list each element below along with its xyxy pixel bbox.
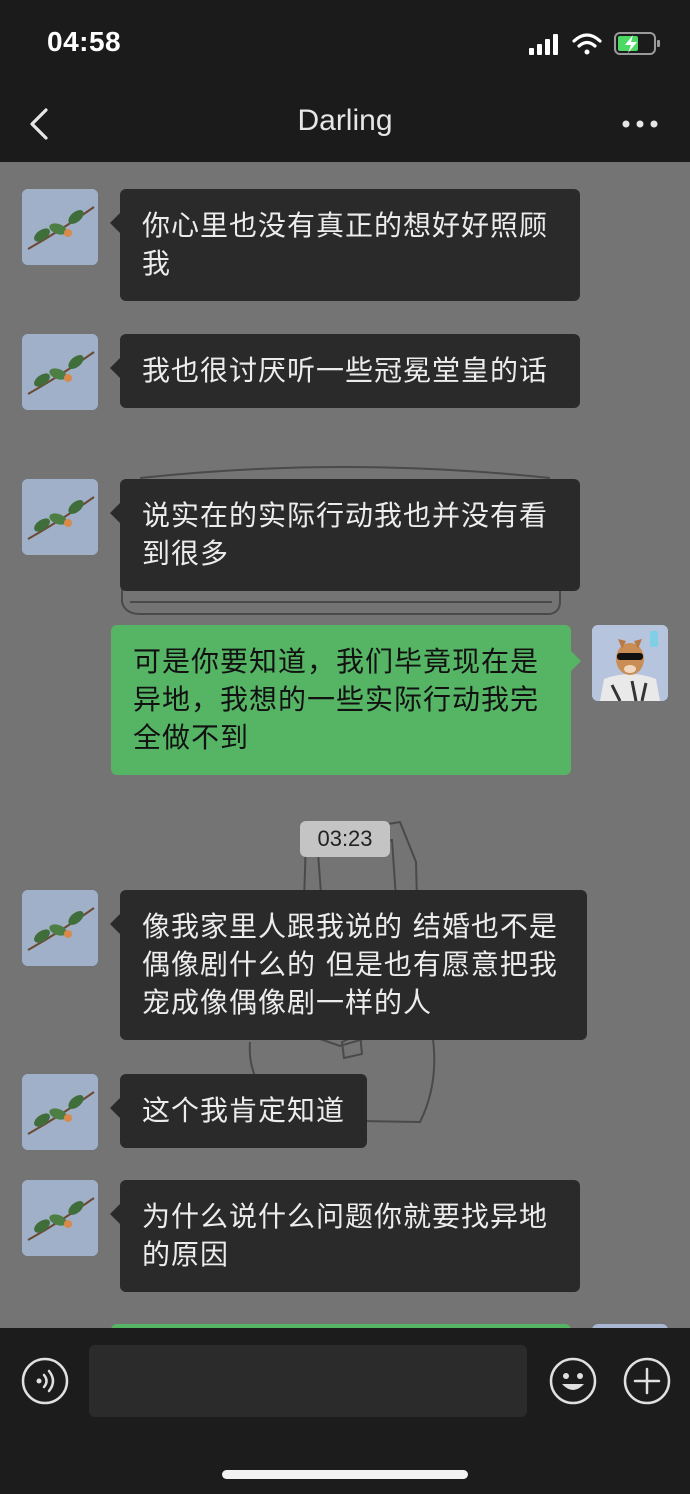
message-bubble-incoming[interactable]: 这个我肯定知道 xyxy=(109,1074,368,1148)
contact-avatar[interactable] xyxy=(22,890,98,966)
system-status-icons xyxy=(529,32,660,55)
status-bar: 04:58 xyxy=(0,0,690,86)
voice-input-icon[interactable] xyxy=(20,1356,70,1406)
message-bubble-incoming[interactable]: 我也很讨厌听一些冠冕堂皇的话 xyxy=(110,334,580,408)
chat-header: Darling xyxy=(0,86,690,162)
message-bubble-incoming[interactable]: 你心里也没有真正的想好好照顾我 xyxy=(110,189,580,301)
contact-avatar[interactable] xyxy=(22,1074,98,1150)
message-bubble-incoming[interactable]: 说实在的实际行动我也并没有看到很多 xyxy=(110,479,580,591)
plus-icon[interactable] xyxy=(622,1356,672,1406)
leaf-branch-avatar-image xyxy=(22,1074,98,1150)
message-bubble-incoming[interactable]: 为什么说什么问题你就要找异地的原因 xyxy=(110,1180,580,1292)
leaf-branch-avatar-image xyxy=(22,479,98,555)
leaf-branch-avatar-image xyxy=(22,189,98,265)
message-text: 可是你要知道，我们毕竟现在是异地，我想的一些实际行动我完全做不到 xyxy=(133,645,540,754)
contact-avatar[interactable] xyxy=(22,1180,98,1256)
message-bubble-outgoing[interactable]: 可是你要知道，我们毕竟现在是异地，我想的一些实际行动我完全做不到 xyxy=(111,625,581,775)
message-text: 我也很讨厌听一些冠冕堂皇的话 xyxy=(142,354,549,387)
emoji-icon[interactable] xyxy=(548,1356,598,1406)
leaf-branch-avatar-image xyxy=(22,334,98,410)
leaf-branch-avatar-image xyxy=(22,890,98,966)
message-text: 为什么说什么问题你就要找异地的原因 xyxy=(142,1200,549,1271)
message-timestamp: 03:23 xyxy=(300,821,390,857)
status-time: 04:58 xyxy=(47,26,122,57)
leaf-branch-avatar-image xyxy=(22,1180,98,1256)
chat-title: Darling xyxy=(297,104,393,137)
contact-avatar[interactable] xyxy=(22,189,98,265)
more-options-icon[interactable] xyxy=(620,110,660,138)
contact-avatar[interactable] xyxy=(22,479,98,555)
message-text: 这个我肯定知道 xyxy=(142,1094,346,1127)
message-text: 你心里也没有真正的想好好照顾我 xyxy=(142,209,549,280)
signal-icon xyxy=(529,34,558,55)
my-avatar[interactable] xyxy=(592,625,668,701)
home-indicator[interactable] xyxy=(222,1470,468,1479)
dog-sunglasses-avatar-image xyxy=(592,625,668,701)
wifi-icon xyxy=(572,33,602,55)
message-text: 说实在的实际行动我也并没有看到很多 xyxy=(142,499,549,570)
message-text: 像我家里人跟我说的 结婚也不是偶像剧什么的 但是也有愿意把我宠成像偶像剧一样的人 xyxy=(142,910,558,1019)
battery-charging-icon xyxy=(614,32,660,55)
message-input[interactable] xyxy=(89,1345,527,1417)
input-bar xyxy=(0,1328,690,1494)
contact-avatar[interactable] xyxy=(22,334,98,410)
chat-area[interactable]: 你心里也没有真正的想好好照顾我 我也很讨厌听一些冠冕堂皇的话 说实在的实际行动我… xyxy=(0,162,690,1328)
message-bubble-incoming[interactable]: 像我家里人跟我说的 结婚也不是偶像剧什么的 但是也有愿意把我宠成像偶像剧一样的人 xyxy=(110,890,587,1040)
